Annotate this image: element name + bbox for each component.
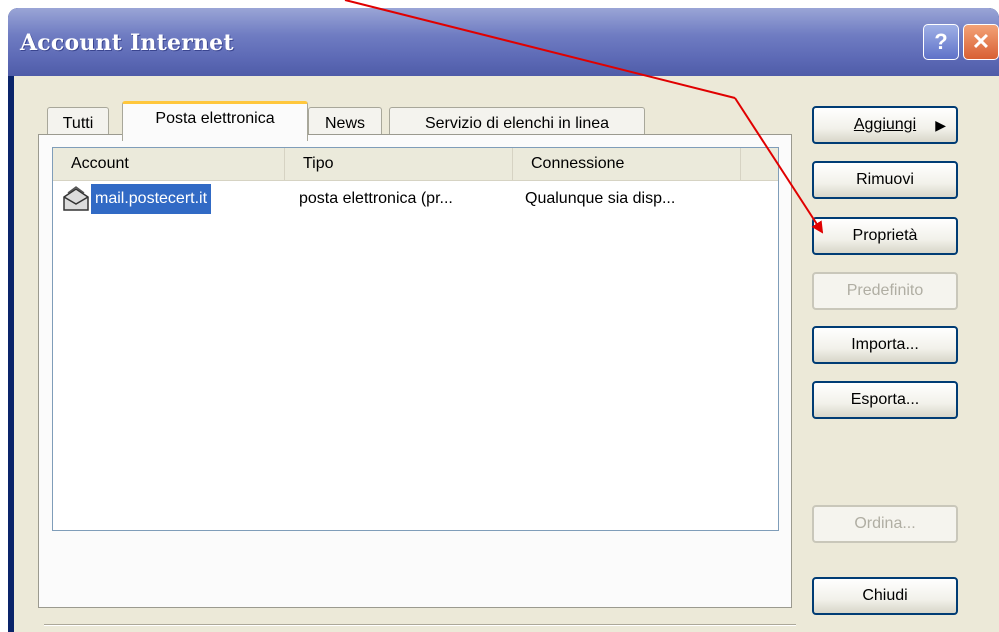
- order-button[interactable]: Ordina...: [812, 505, 958, 543]
- properties-button[interactable]: Proprietà: [812, 217, 958, 255]
- export-button-label: Esporta...: [850, 391, 920, 408]
- column-header-connessione[interactable]: Connessione: [513, 148, 741, 180]
- export-button[interactable]: Esporta...: [812, 381, 958, 419]
- properties-button-label: Proprietà: [852, 227, 918, 244]
- mail-account-icon: [61, 185, 91, 224]
- tab-posta-elettronica[interactable]: Posta elettronica: [122, 101, 308, 141]
- list-item[interactable]: mail.postecert.it posta elettronica (pr.…: [53, 184, 778, 216]
- column-header-tipo[interactable]: Tipo: [285, 148, 513, 180]
- internet-accounts-dialog: Account Internet ? ✕ Tutti Posta elettro…: [8, 8, 999, 632]
- close-dialog-button-label: Chiudi: [862, 587, 908, 604]
- default-button-label: Predefinito: [846, 282, 924, 299]
- dialog-body: Tutti Posta elettronica News Servizio di…: [14, 76, 999, 632]
- order-button-label: Ordina...: [854, 515, 916, 532]
- close-dialog-button[interactable]: Chiudi: [812, 577, 958, 615]
- list-header: Account Tipo Connessione: [53, 148, 778, 181]
- account-type: posta elettronica (pr...: [299, 190, 453, 207]
- accounts-list[interactable]: Account Tipo Connessione mail.postecert.…: [52, 147, 779, 531]
- submenu-arrow-icon: ▶: [935, 117, 946, 133]
- separator: [44, 624, 796, 626]
- remove-button[interactable]: Rimuovi: [812, 161, 958, 199]
- account-connection: Qualunque sia disp...: [525, 190, 676, 207]
- tab-panel: Account Tipo Connessione mail.postecert.…: [38, 134, 792, 608]
- import-button[interactable]: Importa...: [812, 326, 958, 364]
- import-button-label: Importa...: [851, 336, 919, 353]
- help-button[interactable]: ?: [923, 24, 959, 60]
- default-button[interactable]: Predefinito: [812, 272, 958, 310]
- close-button[interactable]: ✕: [963, 24, 999, 60]
- window-title: Account Internet: [20, 30, 234, 56]
- column-header-account[interactable]: Account: [53, 148, 285, 180]
- title-bar[interactable]: Account Internet ? ✕: [8, 8, 999, 76]
- add-button-label: Aggiungi: [853, 116, 917, 133]
- account-name: mail.postecert.it: [91, 184, 212, 214]
- remove-button-label: Rimuovi: [856, 171, 914, 188]
- add-button[interactable]: Aggiungi ▶: [812, 106, 958, 144]
